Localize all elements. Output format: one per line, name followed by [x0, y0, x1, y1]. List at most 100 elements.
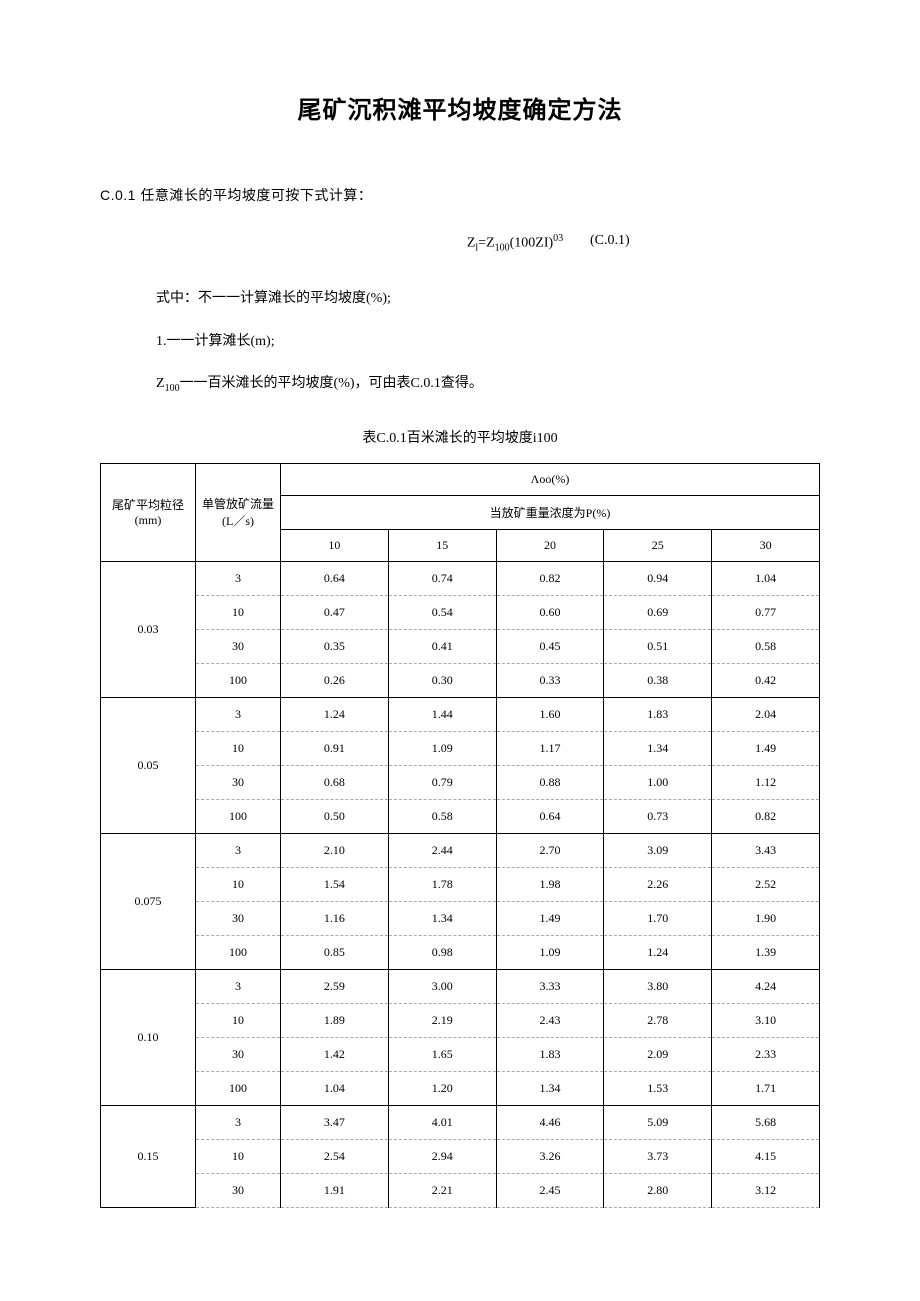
- table-row: 300.350.410.450.510.58: [101, 629, 820, 663]
- flow-cell: 30: [196, 765, 281, 799]
- value-cell: 0.41: [388, 629, 496, 663]
- value-cell: 4.24: [712, 969, 820, 1003]
- value-cell: 4.01: [388, 1105, 496, 1139]
- value-cell: 2.54: [281, 1139, 389, 1173]
- value-cell: 2.44: [388, 833, 496, 867]
- value-cell: 3.33: [496, 969, 604, 1003]
- diameter-cell: 0.03: [101, 561, 196, 697]
- value-cell: 1.98: [496, 867, 604, 901]
- value-cell: 0.64: [281, 561, 389, 595]
- value-cell: 1.83: [604, 697, 712, 731]
- table-row: 301.912.212.452.803.12: [101, 1173, 820, 1207]
- value-cell: 0.51: [604, 629, 712, 663]
- value-cell: 0.68: [281, 765, 389, 799]
- section-label: C.0.1 任意滩长的平均坡度可按下式计算：: [100, 185, 820, 205]
- th-p: 30: [712, 529, 820, 561]
- flow-cell: 30: [196, 629, 281, 663]
- value-cell: 0.82: [496, 561, 604, 595]
- table-row: 1000.260.300.330.380.42: [101, 663, 820, 697]
- value-cell: 2.33: [712, 1037, 820, 1071]
- value-cell: 0.64: [496, 799, 604, 833]
- value-cell: 0.85: [281, 935, 389, 969]
- definitions: 式中：不一一计算滩长的平均坡度(%); 1.一一计算滩长(m); Z100一一百…: [156, 281, 820, 402]
- value-cell: 2.43: [496, 1003, 604, 1037]
- flow-cell: 10: [196, 731, 281, 765]
- diameter-cell: 0.075: [101, 833, 196, 969]
- value-cell: 3.43: [712, 833, 820, 867]
- table-row: 0.1533.474.014.465.095.68: [101, 1105, 820, 1139]
- table-row: 301.161.341.491.701.90: [101, 901, 820, 935]
- value-cell: 2.19: [388, 1003, 496, 1037]
- table-row: 0.1032.593.003.333.804.24: [101, 969, 820, 1003]
- value-cell: 0.47: [281, 595, 389, 629]
- table-row: 0.07532.102.442.703.093.43: [101, 833, 820, 867]
- table-row: 0.0531.241.441.601.832.04: [101, 697, 820, 731]
- value-cell: 1.00: [604, 765, 712, 799]
- value-cell: 3.80: [604, 969, 712, 1003]
- table-row: 0.0330.640.740.820.941.04: [101, 561, 820, 595]
- value-cell: 0.45: [496, 629, 604, 663]
- value-cell: 0.26: [281, 663, 389, 697]
- flow-cell: 100: [196, 935, 281, 969]
- value-cell: 1.24: [281, 697, 389, 731]
- value-cell: 1.53: [604, 1071, 712, 1105]
- value-cell: 3.73: [604, 1139, 712, 1173]
- formula: Zl=Z100(100ZI)03: [467, 233, 563, 253]
- formula-row: Zl=Z100(100ZI)03 (C.0.1): [100, 233, 820, 253]
- flow-cell: 3: [196, 697, 281, 731]
- value-cell: 2.70: [496, 833, 604, 867]
- flow-cell: 3: [196, 833, 281, 867]
- table-row: 101.892.192.432.783.10: [101, 1003, 820, 1037]
- value-cell: 0.91: [281, 731, 389, 765]
- value-cell: 2.45: [496, 1173, 604, 1207]
- th-p: 25: [604, 529, 712, 561]
- flow-cell: 100: [196, 799, 281, 833]
- table-row: 1000.500.580.640.730.82: [101, 799, 820, 833]
- value-cell: 0.33: [496, 663, 604, 697]
- value-cell: 3.00: [388, 969, 496, 1003]
- flow-cell: 100: [196, 663, 281, 697]
- value-cell: 0.82: [712, 799, 820, 833]
- value-cell: 1.04: [281, 1071, 389, 1105]
- value-cell: 0.77: [712, 595, 820, 629]
- formula-number: (C.0.1): [590, 233, 630, 249]
- value-cell: 0.94: [604, 561, 712, 595]
- flow-cell: 30: [196, 901, 281, 935]
- value-cell: 1.60: [496, 697, 604, 731]
- definition-2: 1.一一计算滩长(m);: [156, 324, 820, 360]
- th-p: 15: [388, 529, 496, 561]
- value-cell: 3.10: [712, 1003, 820, 1037]
- th-flow: 单管放矿流量(L／s): [196, 463, 281, 561]
- value-cell: 0.42: [712, 663, 820, 697]
- value-cell: 0.38: [604, 663, 712, 697]
- th-p: 10: [281, 529, 389, 561]
- value-cell: 1.65: [388, 1037, 496, 1071]
- value-cell: 1.49: [496, 901, 604, 935]
- value-cell: 0.74: [388, 561, 496, 595]
- value-cell: 0.58: [712, 629, 820, 663]
- value-cell: 1.44: [388, 697, 496, 731]
- table-row: 1001.041.201.341.531.71: [101, 1071, 820, 1105]
- table-body: 0.0330.640.740.820.941.04100.470.540.600…: [101, 561, 820, 1207]
- value-cell: 1.39: [712, 935, 820, 969]
- value-cell: 4.15: [712, 1139, 820, 1173]
- table-row: 102.542.943.263.734.15: [101, 1139, 820, 1173]
- table-row: 100.470.540.600.690.77: [101, 595, 820, 629]
- value-cell: 1.34: [388, 901, 496, 935]
- th-p: 20: [496, 529, 604, 561]
- value-cell: 1.34: [604, 731, 712, 765]
- value-cell: 1.89: [281, 1003, 389, 1037]
- value-cell: 2.52: [712, 867, 820, 901]
- flow-cell: 10: [196, 595, 281, 629]
- table-row: 300.680.790.881.001.12: [101, 765, 820, 799]
- flow-cell: 10: [196, 867, 281, 901]
- flow-cell: 3: [196, 1105, 281, 1139]
- value-cell: 1.91: [281, 1173, 389, 1207]
- value-cell: 1.16: [281, 901, 389, 935]
- table-row: 100.911.091.171.341.49: [101, 731, 820, 765]
- flow-cell: 3: [196, 969, 281, 1003]
- th-diameter: 尾矿平均粒径(mm): [101, 463, 196, 561]
- value-cell: 0.69: [604, 595, 712, 629]
- value-cell: 4.46: [496, 1105, 604, 1139]
- value-cell: 1.09: [496, 935, 604, 969]
